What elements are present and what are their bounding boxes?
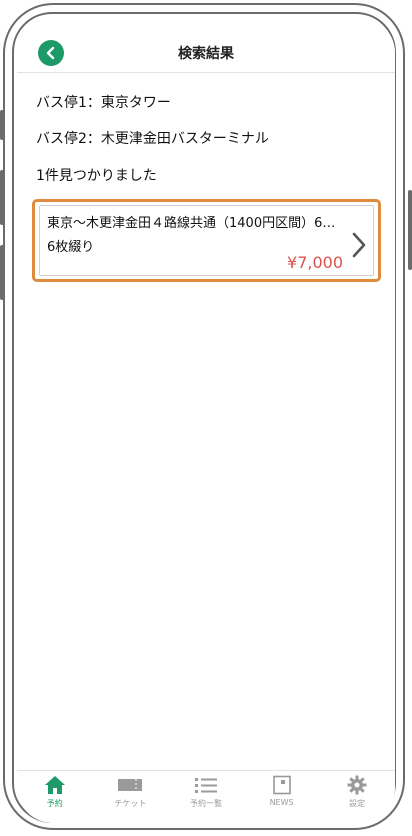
result-card[interactable]: 東京〜木更津金田４路線共通（1400円区間）6枚綴り 6枚綴り ¥7,000: [32, 199, 381, 282]
result-card-inner: 東京〜木更津金田４路線共通（1400円区間）6枚綴り 6枚綴り ¥7,000: [39, 205, 374, 276]
bus-stop-1-label: バス停1：東京タワー: [36, 95, 171, 111]
tab-reserve-label: 予約: [46, 799, 63, 808]
chevron-right-icon: [352, 232, 366, 258]
tab-settings-label: 設定: [349, 799, 366, 808]
side-button-volume-down: [0, 245, 4, 300]
result-count: 1件見つかりました: [36, 168, 157, 184]
list-icon: [194, 778, 217, 793]
tab-reserve[interactable]: 予約: [17, 771, 93, 823]
tab-news-label: NEWS: [269, 798, 294, 807]
gear-icon: [347, 775, 367, 795]
app-screen: 検索結果 バス停1：東京タワー バス停2：木更津金田バスターミナル 1件見つかり…: [17, 17, 395, 823]
result-title: 東京〜木更津金田４路線共通（1400円区間）6枚綴り: [47, 216, 343, 231]
ticket-icon: [118, 779, 143, 791]
tab-reservation-list[interactable]: 予約一覧: [168, 771, 244, 823]
tab-news[interactable]: NEWS: [244, 771, 320, 823]
header-bar: 検索結果: [17, 17, 395, 73]
tab-ticket-label: チケット: [114, 799, 147, 808]
side-button-power: [408, 190, 412, 270]
home-icon: [44, 776, 65, 794]
page-title: 検索結果: [178, 46, 234, 62]
news-icon: [272, 775, 291, 795]
tab-ticket[interactable]: チケット: [93, 771, 169, 823]
tab-settings[interactable]: 設定: [319, 771, 395, 823]
side-button-mute: [0, 110, 4, 140]
result-subtitle: 6枚綴り: [47, 240, 95, 255]
tab-bar: 予約 チケット 予約一覧 NEWS 設定: [17, 770, 395, 823]
tab-reservation-list-label: 予約一覧: [189, 799, 222, 808]
result-price: ¥7,000: [287, 253, 343, 272]
side-button-volume-up: [0, 170, 4, 225]
bus-stop-2-label: バス停2：木更津金田バスターミナル: [36, 131, 269, 147]
